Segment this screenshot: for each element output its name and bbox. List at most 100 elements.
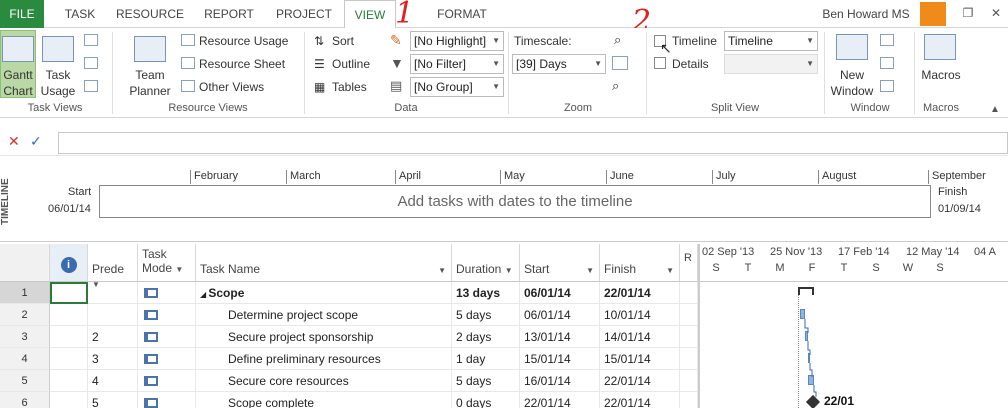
timeline-checkbox-label[interactable]: Timeline [672, 34, 717, 48]
resource-names-cell[interactable] [680, 392, 698, 408]
macros-icon[interactable] [924, 34, 956, 60]
resource-names-cell[interactable] [680, 348, 698, 370]
task-usage-label-2[interactable]: Usage [38, 84, 78, 98]
entry-input[interactable] [58, 132, 1008, 154]
predecessors-cell[interactable] [88, 282, 138, 304]
finish-cell[interactable]: 14/01/14 [600, 326, 680, 348]
start-cell[interactable]: 22/01/14 [520, 392, 600, 408]
finish-cell[interactable]: 22/01/14 [600, 282, 680, 304]
resource-names-cell[interactable] [680, 370, 698, 392]
indicators-header[interactable]: i [50, 244, 88, 282]
hide-window-icon[interactable] [880, 80, 894, 92]
start-cell[interactable]: 16/01/14 [520, 370, 600, 392]
task-mode-cell[interactable] [138, 304, 196, 326]
tab-view[interactable]: VIEW [344, 0, 396, 29]
confirm-entry-icon[interactable]: ✓ [30, 133, 42, 150]
duration-header[interactable]: Duration ▼ [452, 244, 520, 282]
new-window-icon[interactable] [836, 34, 868, 60]
account-icon[interactable] [920, 2, 946, 26]
resource-names-cell[interactable] [680, 326, 698, 348]
switch-windows-icon[interactable] [880, 34, 894, 46]
start-cell[interactable]: 06/01/14 [520, 282, 600, 304]
indicators-cell[interactable] [50, 348, 88, 370]
finish-cell[interactable]: 22/01/14 [600, 370, 680, 392]
zoom-icon[interactable]: ⌕ [614, 32, 621, 48]
resource-names-cell[interactable] [680, 304, 698, 326]
user-name[interactable]: Ben Howard MS [816, 0, 916, 28]
indicators-cell[interactable] [50, 392, 88, 408]
cancel-entry-icon[interactable]: ✕ [8, 133, 20, 150]
new-window-label-2[interactable]: Window [828, 84, 876, 98]
calendar-view-icon[interactable] [84, 57, 98, 69]
task-name-header[interactable]: Task Name ▼ [196, 244, 452, 282]
task-name-cell[interactable]: Scope complete [196, 392, 452, 408]
row-number[interactable]: 4 [0, 348, 50, 370]
team-planner-icon[interactable] [134, 36, 166, 62]
task-name-cell[interactable]: Define preliminary resources [196, 348, 452, 370]
indicators-cell[interactable] [50, 370, 88, 392]
row-number[interactable]: 3 [0, 326, 50, 348]
summary-bar[interactable] [798, 287, 814, 295]
task-name-cell[interactable]: Secure project sponsorship [196, 326, 452, 348]
other-task-views-icon[interactable] [84, 80, 98, 92]
tab-format[interactable]: FORMAT [430, 0, 494, 28]
tab-resource[interactable]: RESOURCE [116, 0, 184, 28]
arrange-all-icon[interactable] [880, 57, 894, 69]
row-number[interactable]: 2 [0, 304, 50, 326]
select-all-corner[interactable] [0, 244, 50, 282]
start-header[interactable]: Start ▼ [520, 244, 600, 282]
predecessors-header[interactable]: Prede ▼ [88, 244, 138, 289]
macros-button[interactable]: Macros [916, 68, 966, 82]
task-name-cell[interactable]: Secure core resources [196, 370, 452, 392]
task-usage-icon[interactable] [42, 36, 74, 62]
details-view-dropdown[interactable]: ▼ [724, 54, 818, 74]
row-number[interactable]: 5 [0, 370, 50, 392]
duration-cell[interactable]: 2 days [452, 326, 520, 348]
finish-cell[interactable]: 10/01/14 [600, 304, 680, 326]
task-mode-cell[interactable] [138, 282, 196, 304]
task-mode-header[interactable]: Task Mode ▼ [138, 244, 196, 282]
task-mode-cell[interactable] [138, 370, 196, 392]
resource-names-cell[interactable] [680, 282, 698, 304]
indicators-cell[interactable] [50, 282, 88, 304]
tables-button[interactable]: Tables [332, 80, 367, 94]
finish-header[interactable]: Finish ▼ [600, 244, 680, 282]
highlight-dropdown[interactable]: [No Highlight] ▼ [410, 31, 504, 51]
entire-project-icon[interactable] [612, 56, 628, 70]
restore-window-icon[interactable]: ❐ [960, 5, 976, 21]
outline-button[interactable]: Outline [332, 57, 370, 71]
duration-cell[interactable]: 13 days [452, 282, 520, 304]
predecessors-cell[interactable]: 3 [88, 348, 138, 370]
close-window-icon[interactable]: ✕ [988, 5, 1004, 21]
tab-project[interactable]: PROJECT [274, 0, 334, 28]
predecessors-cell[interactable]: 4 [88, 370, 138, 392]
predecessors-cell[interactable] [88, 304, 138, 326]
duration-cell[interactable]: 1 day [452, 348, 520, 370]
start-cell[interactable]: 13/01/14 [520, 326, 600, 348]
finish-cell[interactable]: 22/01/14 [600, 392, 680, 408]
timescale-dropdown[interactable]: [39] Days ▼ [512, 54, 606, 74]
details-checkbox-label[interactable]: Details [672, 57, 709, 71]
network-diagram-icon[interactable] [84, 34, 98, 46]
details-checkbox[interactable] [654, 57, 666, 69]
collapse-ribbon-icon[interactable]: ▲ [990, 104, 1000, 115]
task-mode-cell[interactable] [138, 392, 196, 408]
indicators-cell[interactable] [50, 326, 88, 348]
duration-cell[interactable]: 5 days [452, 370, 520, 392]
row-number[interactable]: 1 [0, 282, 50, 304]
resource-usage-button[interactable]: Resource Usage [199, 34, 288, 48]
other-views-button[interactable]: Other Views [199, 80, 264, 94]
task-mode-cell[interactable] [138, 348, 196, 370]
row-number[interactable]: 6 [0, 392, 50, 408]
filter-dropdown[interactable]: [No Filter] ▼ [410, 54, 504, 74]
predecessors-cell[interactable]: 2 [88, 326, 138, 348]
task-mode-cell[interactable] [138, 326, 196, 348]
group-dropdown[interactable]: [No Group] ▼ [410, 77, 504, 97]
tab-report[interactable]: REPORT [201, 0, 257, 28]
new-window-label[interactable]: New [828, 68, 876, 82]
predecessors-cell[interactable]: 5 [88, 392, 138, 408]
start-cell[interactable]: 06/01/14 [520, 304, 600, 326]
sort-button[interactable]: Sort [332, 34, 354, 48]
resource-names-header[interactable]: R [680, 244, 698, 282]
duration-cell[interactable]: 0 days [452, 392, 520, 408]
